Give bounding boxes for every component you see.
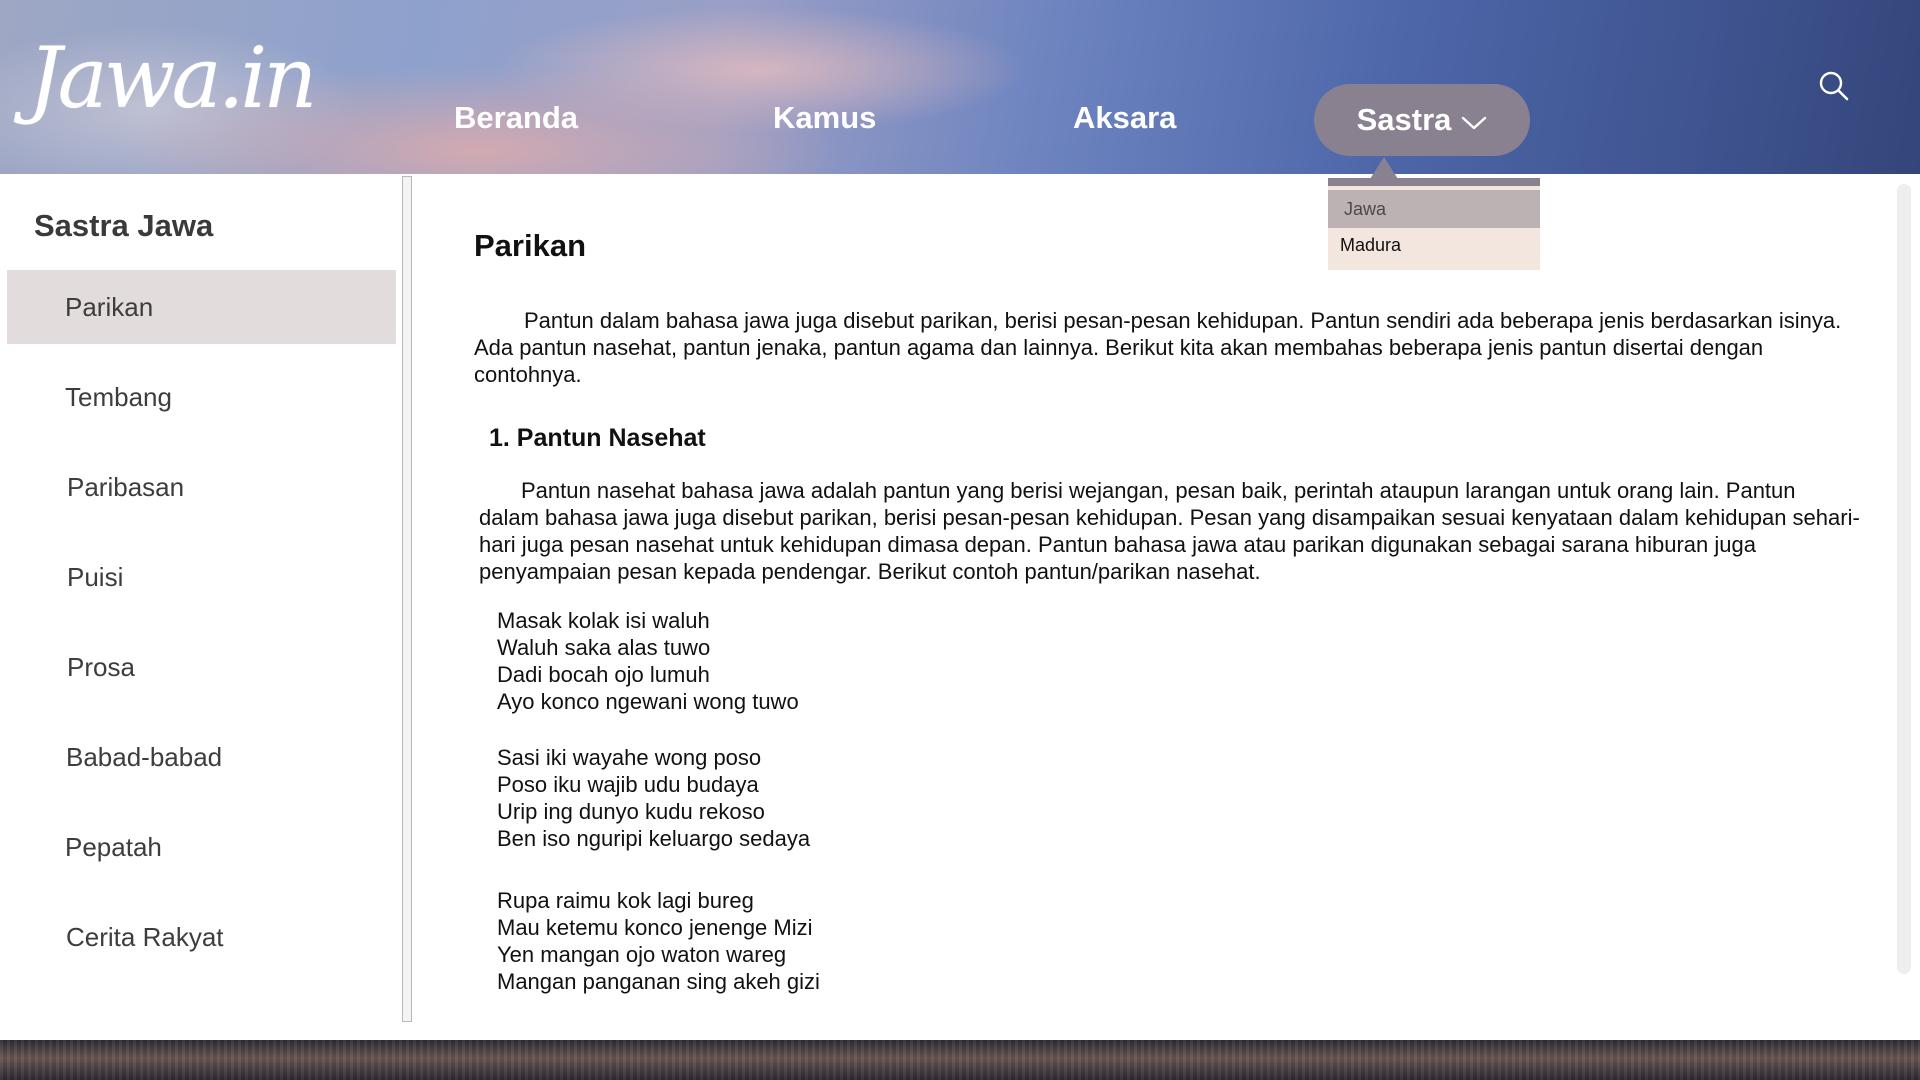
pantun-line: Sasi iki wayahe wong poso: [497, 745, 762, 770]
pantun-line: Rupa raimu kok lagi bureg: [497, 888, 754, 913]
nav-beranda[interactable]: Beranda: [454, 100, 578, 136]
pantun-line: Poso iku wajib udu budaya: [497, 772, 759, 797]
search-icon[interactable]: [1818, 70, 1850, 102]
nav-sastra-label: Sastra: [1356, 102, 1452, 137]
site-logo[interactable]: Jawa.in: [28, 36, 317, 120]
pantun-line: Masak kolak isi waluh: [497, 608, 710, 633]
sidebar-item-prosa[interactable]: Prosa: [7, 630, 396, 704]
sidebar-scrollbar[interactable]: [402, 176, 412, 1022]
sidebar-item-tembang[interactable]: Tembang: [7, 360, 396, 434]
page: Jawa.in Beranda Kamus Aksara Sastra Jawa…: [0, 0, 1920, 1080]
pantun-line: Ayo konco ngewani wong tuwo: [497, 689, 799, 714]
page-title: Parikan: [474, 228, 587, 263]
sidebar-item-pepatah[interactable]: Pepatah: [7, 810, 396, 884]
pantun-line: Ben iso nguripi keluargo sedaya: [497, 826, 811, 851]
pantun-stanza: Sasi iki wayahe wong poso Poso iku wajib…: [497, 744, 810, 852]
sidebar-item-paribasan[interactable]: Paribasan: [7, 450, 396, 524]
footer-banner: [0, 1040, 1920, 1080]
sidebar-title: Sastra Jawa: [34, 208, 214, 243]
sidebar-item-babad-babad[interactable]: Babad-babad: [7, 720, 396, 794]
pantun-line: Yen mangan ojo waton wareg: [497, 942, 787, 967]
nav-kamus[interactable]: Kamus: [773, 100, 876, 136]
pantun-line: Waluh saka alas tuwo: [497, 635, 711, 660]
section-heading: 1. Pantun Nasehat: [489, 424, 706, 452]
sidebar-item-cerita-rakyat[interactable]: Cerita Rakyat: [7, 900, 396, 974]
pantun-line: Urip ing dunyo kudu rekoso: [497, 799, 765, 824]
sidebar: Sastra Jawa Parikan Tembang Paribasan Pu…: [0, 174, 405, 1024]
sidebar-item-parikan[interactable]: Parikan: [7, 270, 396, 344]
chevron-down-icon: [1462, 116, 1487, 130]
intro-paragraph: Pantun dalam bahasa jawa juga disebut pa…: [474, 308, 1842, 387]
main-content: Parikan Pantun dalam bahasa jawa juga di…: [474, 174, 1864, 1024]
nav-sastra[interactable]: Sastra: [1314, 84, 1530, 156]
sidebar-item-puisi[interactable]: Puisi: [7, 540, 396, 614]
pantun-line: Mangan panganan sing akeh gizi: [497, 969, 820, 994]
pantun-stanza: Rupa raimu kok lagi bureg Mau ketemu kon…: [497, 887, 820, 995]
pantun-stanza: Masak kolak isi waluh Waluh saka alas tu…: [497, 607, 799, 715]
header-banner: Jawa.in Beranda Kamus Aksara Sastra: [0, 0, 1920, 174]
pantun-line: Dadi bocah ojo lumuh: [497, 662, 710, 687]
pantun-line: Mau ketemu konco jenenge Mizi: [497, 915, 813, 940]
section-paragraph: Pantun nasehat bahasa jawa adalah pantun…: [479, 478, 1860, 584]
nav-aksara[interactable]: Aksara: [1073, 100, 1176, 136]
content-scrollbar[interactable]: [1897, 184, 1911, 974]
